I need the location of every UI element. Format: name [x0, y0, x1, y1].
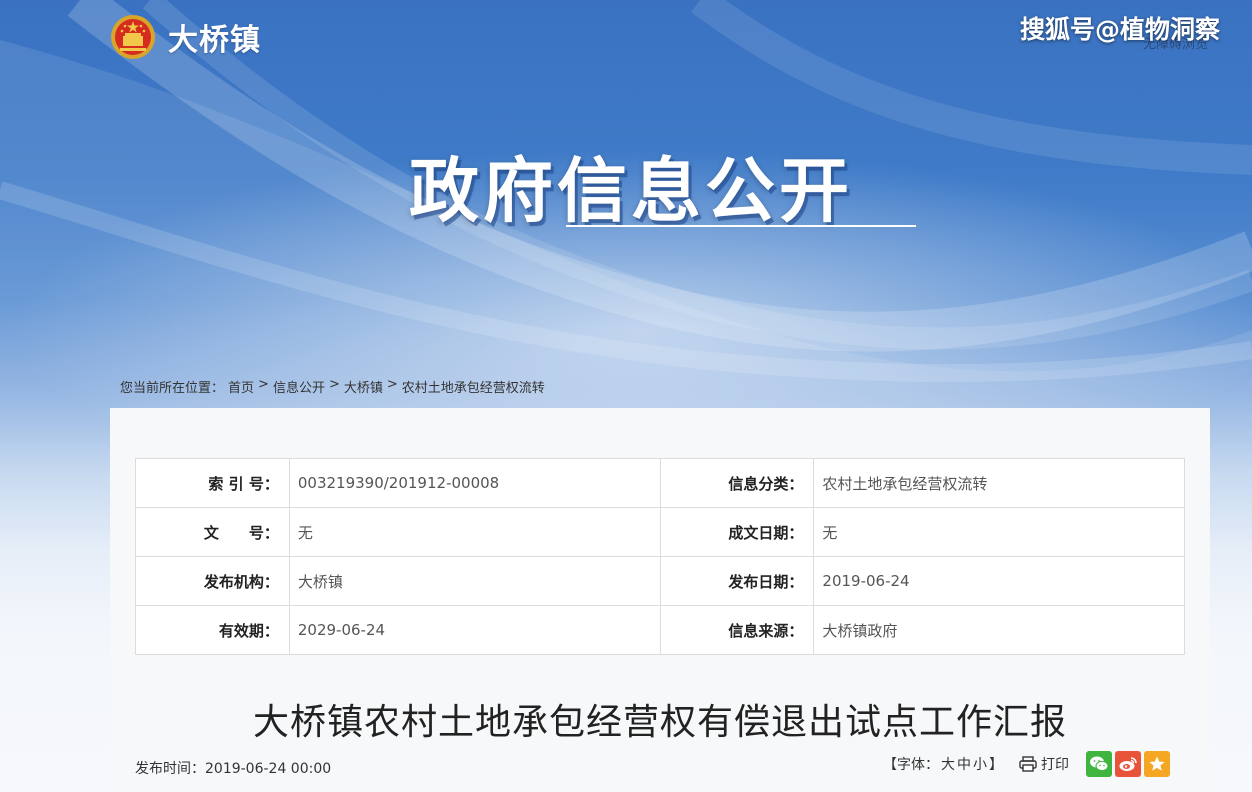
- breadcrumb-category[interactable]: 农村土地承包经营权流转: [402, 377, 545, 396]
- share-weibo-button[interactable]: [1115, 751, 1141, 777]
- wechat-icon: [1090, 756, 1109, 772]
- hero-underline: [566, 225, 916, 227]
- publish-date-label: 发布日期：: [659, 556, 815, 606]
- font-size-prefix: 【字体：: [883, 757, 939, 773]
- valid-until-label: 有效期：: [135, 605, 290, 655]
- written-date-label: 成文日期：: [659, 507, 815, 557]
- written-date-value: 无: [813, 507, 1185, 557]
- national-emblem-icon: [111, 15, 155, 59]
- print-label: 打印: [1041, 757, 1069, 773]
- breadcrumb-separator: >: [328, 377, 340, 392]
- info-category-value: 农村土地承包经营权流转: [813, 458, 1185, 508]
- page: 大桥镇 无障碍浏览 搜狐号@植物洞察 政府信息公开 您当前所在位置： 首页 > …: [0, 0, 1252, 792]
- breadcrumb: 您当前所在位置： 首页 > 信息公开 > 大桥镇 > 农村土地承包经营权流转: [120, 377, 545, 396]
- index-number-label: 索 引 号：: [135, 458, 290, 508]
- article-title: 大桥镇农村土地承包经营权有偿退出试点工作汇报: [252, 702, 1067, 743]
- publish-date-value: 2019-06-24: [813, 556, 1185, 606]
- font-medium-button[interactable]: 中: [957, 754, 971, 774]
- document-number-value: 无: [288, 507, 661, 557]
- table-row: 文 号： 无 成文日期： 无: [135, 507, 1185, 557]
- index-number-value: 003219390/201912-00008: [288, 458, 661, 508]
- table-row: 有效期： 2029-06-24 信息来源： 大桥镇政府: [135, 605, 1185, 655]
- font-size-suffix: 】: [989, 757, 1003, 773]
- font-size-control: 【字体： 大 中 小 】: [883, 754, 1003, 774]
- font-large-button[interactable]: 大: [941, 754, 955, 774]
- breadcrumb-prefix: 您当前所在位置：: [120, 381, 225, 396]
- font-small-button[interactable]: 小: [973, 754, 987, 774]
- star-icon: [1149, 756, 1165, 771]
- table-row: 发布机构： 大桥镇 发布日期： 2019-06-24: [135, 556, 1185, 606]
- breadcrumb-separator: >: [258, 377, 269, 392]
- table-row: 索 引 号： 003219390/201912-00008 信息分类： 农村土地…: [135, 458, 1185, 508]
- favorite-button[interactable]: [1144, 751, 1170, 777]
- article-tools: 【字体： 大 中 小 】 打印: [883, 751, 1170, 777]
- breadcrumb-home[interactable]: 首页: [228, 377, 254, 396]
- breadcrumb-info-public[interactable]: 信息公开: [273, 377, 325, 396]
- info-source-label: 信息来源：: [659, 605, 815, 655]
- share-wechat-button[interactable]: [1086, 751, 1112, 777]
- breadcrumb-town[interactable]: 大桥镇: [344, 377, 383, 396]
- weibo-icon: [1119, 757, 1137, 771]
- content-panel: 索 引 号： 003219390/201912-00008 信息分类： 农村土地…: [110, 408, 1210, 792]
- printer-icon: [1019, 756, 1037, 772]
- info-metadata-table: 索 引 号： 003219390/201912-00008 信息分类： 农村土地…: [135, 458, 1185, 655]
- publisher-value: 大桥镇: [288, 556, 661, 606]
- info-category-label: 信息分类：: [659, 458, 815, 508]
- print-button[interactable]: 打印: [1019, 754, 1069, 774]
- info-source-value: 大桥镇政府: [813, 605, 1185, 655]
- valid-until-value: 2029-06-24: [288, 605, 661, 655]
- site-logo[interactable]: 大桥镇: [110, 14, 261, 60]
- publisher-label: 发布机构：: [135, 556, 290, 606]
- watermark-text: 搜狐号@植物洞察: [1019, 15, 1220, 44]
- site-name: 大桥镇: [168, 23, 261, 58]
- publish-time: 发布时间：2019-06-24 00:00: [135, 761, 332, 777]
- hero-title: 政府信息公开: [409, 150, 853, 232]
- document-number-label: 文 号：: [135, 507, 290, 557]
- breadcrumb-separator: >: [386, 377, 398, 392]
